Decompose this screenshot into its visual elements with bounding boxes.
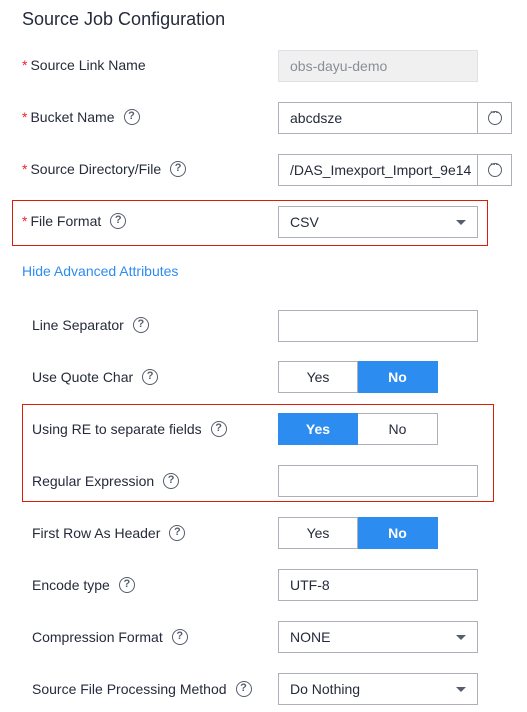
compression-format-value: NONE (290, 629, 331, 645)
file-format-text: File Format (30, 213, 102, 229)
regular-expression-label: Regular Expression ? (32, 471, 180, 491)
first-row-header-toggle: Yes No (278, 517, 438, 549)
help-icon[interactable]: ? (110, 213, 127, 229)
processing-method-select[interactable]: Do Nothing (278, 673, 478, 705)
encode-type-text: Encode type (32, 577, 110, 593)
file-format-label: * File Format ? (22, 211, 127, 231)
use-quote-char-yes[interactable]: Yes (278, 361, 358, 393)
line-separator-field[interactable] (278, 310, 478, 342)
encode-type-field[interactable]: UTF-8 (278, 569, 478, 601)
help-icon[interactable]: ? (132, 317, 149, 333)
chevron-down-icon (456, 687, 466, 692)
regular-expression-field[interactable] (278, 465, 478, 497)
section-title: Source Job Configuration (22, 9, 226, 29)
source-directory-field[interactable]: /DAS_Imexport_Import_9e14 (278, 154, 478, 186)
help-icon[interactable]: ? (210, 421, 227, 437)
help-icon[interactable]: ? (163, 473, 180, 489)
encode-type-label: Encode type ? (32, 575, 135, 595)
required-marker: * (22, 57, 28, 73)
hide-advanced-link[interactable]: Hide Advanced Attributes (22, 263, 178, 279)
regular-expression-text: Regular Expression (32, 473, 155, 489)
use-quote-char-label: Use Quote Char ? (32, 367, 159, 387)
directory-browse-button[interactable] (477, 154, 512, 186)
source-directory-text: Source Directory/File (30, 161, 162, 177)
using-re-text: Using RE to separate fields (32, 421, 202, 437)
using-re-no[interactable]: No (358, 413, 438, 445)
use-quote-char-no[interactable]: No (358, 361, 438, 393)
chevron-down-icon (456, 635, 466, 640)
help-icon[interactable]: ? (142, 369, 159, 385)
file-format-value: CSV (290, 214, 319, 230)
source-link-name-label: * Source Link Name (22, 55, 146, 75)
compression-format-select[interactable]: NONE (278, 621, 478, 653)
bucket-name-field[interactable]: abcdsze (278, 102, 478, 134)
compression-format-text: Compression Format (32, 629, 163, 645)
bucket-name-label: * Bucket Name ? (22, 107, 140, 127)
file-format-select[interactable]: CSV (278, 206, 478, 238)
processing-method-label: Source File Processing Method ? (32, 679, 252, 699)
source-link-name-field: obs-dayu-demo (278, 50, 478, 82)
help-icon[interactable]: ? (169, 525, 186, 541)
help-icon[interactable]: ? (235, 681, 252, 697)
line-separator-text: Line Separator (32, 317, 124, 333)
first-row-header-text: First Row As Header (32, 525, 161, 541)
help-icon[interactable]: ? (123, 109, 140, 125)
first-row-header-label: First Row As Header ? (32, 523, 186, 543)
more-icon (487, 159, 502, 177)
source-directory-label: * Source Directory/File ? (22, 159, 187, 179)
help-icon[interactable]: ? (171, 629, 188, 645)
processing-method-value: Do Nothing (290, 681, 361, 697)
source-link-name-text: Source Link Name (30, 57, 146, 73)
required-marker: * (22, 213, 28, 229)
first-row-header-yes[interactable]: Yes (278, 517, 358, 549)
line-separator-label: Line Separator ? (32, 315, 149, 335)
bucket-browse-button[interactable] (477, 102, 512, 134)
help-icon[interactable]: ? (170, 161, 187, 177)
first-row-header-no[interactable]: No (358, 517, 438, 549)
using-re-label: Using RE to separate fields ? (32, 419, 227, 439)
required-marker: * (22, 161, 28, 177)
chevron-down-icon (456, 220, 466, 225)
processing-method-text: Source File Processing Method (32, 681, 227, 697)
using-re-toggle: Yes No (278, 413, 438, 445)
bucket-name-text: Bucket Name (30, 109, 115, 125)
required-marker: * (22, 109, 28, 125)
use-quote-char-toggle: Yes No (278, 361, 438, 393)
compression-format-label: Compression Format ? (32, 627, 188, 647)
help-icon[interactable]: ? (118, 577, 135, 593)
using-re-yes[interactable]: Yes (278, 413, 358, 445)
more-icon (487, 107, 502, 125)
use-quote-char-text: Use Quote Char (32, 369, 134, 385)
